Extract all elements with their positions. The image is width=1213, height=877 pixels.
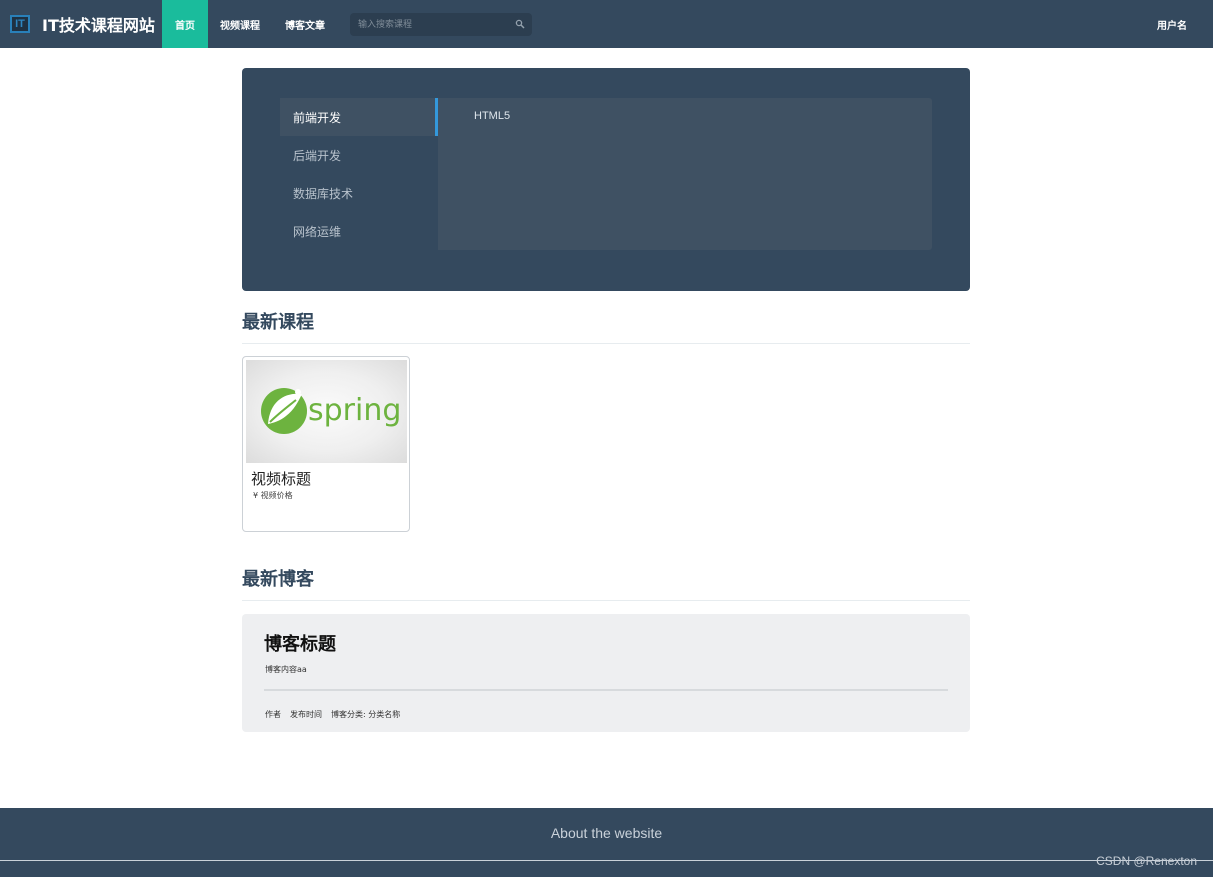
course-thumbnail: spring [246, 360, 407, 463]
blog-excerpt: 博客内容aa [265, 665, 307, 674]
category-item-database[interactable]: 数据库技术 [280, 174, 438, 212]
blog-divider [264, 689, 948, 691]
blog-category: 博客分类: 分类名称 [331, 710, 401, 719]
course-price: ¥ 视频价格 [253, 491, 293, 500]
watermark: CSDN @Renexton [1096, 854, 1197, 868]
blog-title[interactable]: 博客标题 [264, 630, 336, 656]
blog-meta: 作者 发布时间 博客分类: 分类名称 [265, 709, 409, 720]
blog-card: 博客标题 博客内容aa 作者 发布时间 博客分类: 分类名称 [242, 614, 970, 732]
subcategory-item[interactable]: HTML5 [474, 110, 510, 122]
user-menu[interactable]: 用户名 [1157, 0, 1187, 48]
category-item-frontend[interactable]: 前端开发 [280, 98, 438, 136]
latest-blogs-heading: 最新博客 [242, 565, 970, 601]
category-panel: 前端开发 后端开发 数据库技术 网络运维 HTML5 [242, 68, 970, 291]
search-box [350, 13, 532, 36]
latest-courses-heading: 最新课程 [242, 308, 970, 344]
thumbnail-caption: spring [308, 393, 401, 428]
blog-author: 作者 [265, 710, 281, 719]
subcategory-panel: HTML5 [438, 98, 932, 250]
nav-home[interactable]: 首页 [162, 0, 208, 48]
footer-about-link[interactable]: About the website [0, 825, 1213, 841]
nav-video-courses[interactable]: 视频课程 [214, 0, 266, 48]
site-title: IT技术课程网站 [42, 16, 155, 35]
blog-published-time: 发布时间 [290, 710, 322, 719]
top-navbar: IT IT技术课程网站 首页 视频课程 博客文章 用户名 [0, 0, 1213, 48]
category-item-backend[interactable]: 后端开发 [280, 136, 438, 174]
course-card[interactable]: spring 视频标题 ¥ 视频价格 [242, 356, 410, 532]
footer-divider [0, 860, 1213, 861]
category-list: 前端开发 后端开发 数据库技术 网络运维 [280, 98, 438, 250]
category-item-network-ops[interactable]: 网络运维 [280, 212, 438, 250]
course-title[interactable]: 视频标题 [251, 468, 311, 489]
footer: About the website CSDN @Renexton [0, 808, 1213, 877]
search-icon[interactable] [515, 19, 525, 29]
spring-logo-icon: spring [261, 388, 401, 434]
search-input[interactable] [350, 13, 510, 36]
site-logo-icon: IT [10, 15, 30, 33]
nav-blog-articles[interactable]: 博客文章 [278, 0, 332, 48]
brand[interactable]: IT IT技术课程网站 [10, 0, 155, 48]
